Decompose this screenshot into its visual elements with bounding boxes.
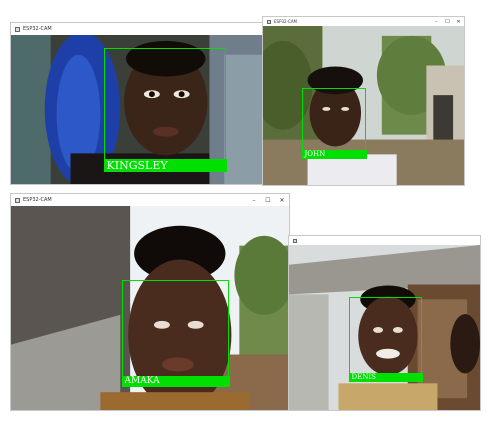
face-detection-box: JOHN	[301, 88, 367, 159]
camera-feed: JOHN	[263, 26, 464, 185]
face-detection-box: AMAKA	[121, 280, 230, 387]
maximize-button[interactable]: ☐	[442, 17, 453, 26]
app-icon	[15, 197, 20, 203]
window-title: ESP32-CAM	[23, 26, 52, 32]
camera-feed: KINGSLEY	[11, 35, 263, 184]
face-label: DENIS	[348, 372, 423, 382]
face-label: KINGSLEY	[103, 158, 227, 172]
app-icon	[267, 19, 271, 24]
face-detection-box: DENIS	[348, 297, 423, 382]
title-bar[interactable]: ESP32-CAM – ☐ ✕	[11, 194, 289, 206]
camera-window-john[interactable]: ESP32-CAM – ☐ ✕ JOHN	[262, 16, 465, 186]
window-title: ESP32-CAM	[274, 19, 297, 24]
app-icon	[293, 238, 297, 243]
title-bar[interactable]: ESP32-CAM	[11, 23, 263, 35]
camera-feed: AMAKA	[11, 206, 289, 410]
camera-window-kingsley[interactable]: ESP32-CAM KINGSLEY	[10, 22, 264, 185]
camera-feed: DENIS	[289, 245, 480, 410]
minimize-button[interactable]: –	[431, 17, 442, 26]
face-label: JOHN	[301, 149, 367, 159]
window-title: ESP32-CAM	[23, 197, 52, 203]
face-label: AMAKA	[121, 375, 230, 387]
close-button[interactable]: ✕	[275, 194, 289, 206]
close-button[interactable]: ✕	[453, 17, 464, 26]
app-icon	[15, 26, 20, 32]
title-bar[interactable]: ESP32-CAM – ☐ ✕	[263, 17, 464, 26]
camera-window-amaka[interactable]: ESP32-CAM – ☐ ✕ AMAKA	[10, 193, 290, 411]
maximize-button[interactable]: ☐	[261, 194, 275, 206]
camera-window-denis[interactable]: DENIS	[288, 235, 481, 411]
face-detection-box: KINGSLEY	[103, 48, 227, 172]
title-bar[interactable]	[289, 236, 480, 245]
minimize-button[interactable]: –	[247, 194, 261, 206]
